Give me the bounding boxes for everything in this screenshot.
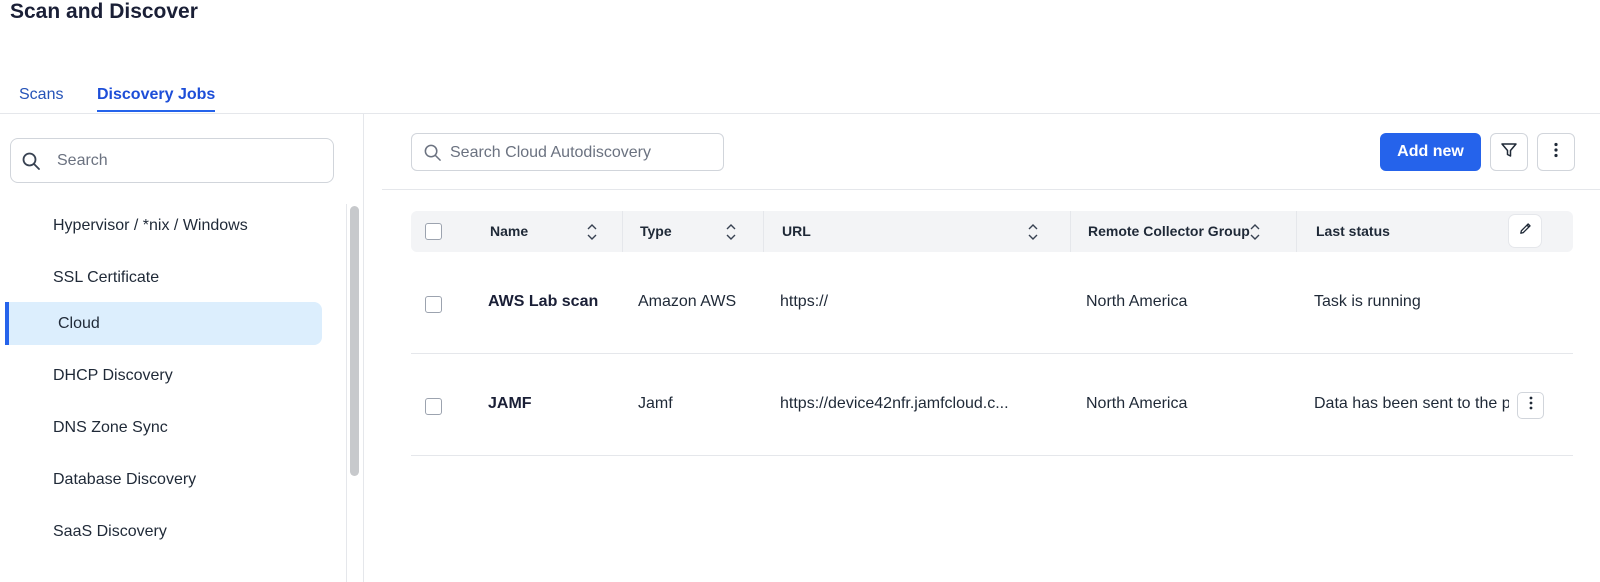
tab-scans[interactable]: Scans bbox=[19, 86, 63, 104]
search-icon bbox=[21, 151, 41, 176]
column-header-remote-collector-group[interactable]: Remote Collector Group bbox=[1088, 211, 1250, 252]
cell-type: Amazon AWS bbox=[638, 293, 737, 310]
pencil-icon bbox=[1518, 221, 1533, 241]
cell-url: https://device42nfr.jamfcloud.c... bbox=[780, 395, 1009, 412]
cloud-search-input[interactable] bbox=[450, 142, 710, 164]
sidebar-scrollbar-thumb[interactable] bbox=[350, 206, 359, 476]
row-checkbox[interactable] bbox=[425, 296, 442, 313]
sidebar-search[interactable] bbox=[10, 138, 334, 183]
column-separator bbox=[1070, 211, 1071, 252]
filter-icon bbox=[1500, 141, 1518, 164]
sidebar-item-dhcp-discovery[interactable]: DHCP Discovery bbox=[5, 354, 322, 397]
tab-bar: Scans Discovery Jobs bbox=[0, 82, 1600, 114]
cloud-search[interactable] bbox=[411, 133, 724, 171]
more-vertical-icon bbox=[1547, 141, 1565, 164]
cell-last-status: Task is running bbox=[1314, 293, 1421, 310]
sidebar: Hypervisor / *nix / Windows SSL Certific… bbox=[0, 114, 364, 582]
cell-name[interactable]: AWS Lab scan bbox=[488, 293, 598, 311]
sidebar-item-hypervisor[interactable]: Hypervisor / *nix / Windows bbox=[5, 204, 322, 247]
more-vertical-icon bbox=[1524, 395, 1538, 416]
page-title: Scan and Discover bbox=[10, 0, 198, 23]
sort-icon[interactable] bbox=[1249, 222, 1261, 247]
column-separator bbox=[1296, 211, 1297, 252]
column-separator bbox=[763, 211, 764, 252]
cell-remote-collector-group: North America bbox=[1086, 293, 1188, 310]
column-header-last-status[interactable]: Last status bbox=[1316, 211, 1390, 252]
toolbar: Add new bbox=[382, 114, 1600, 190]
sort-icon[interactable] bbox=[725, 222, 737, 247]
sidebar-item-cloud[interactable]: Cloud bbox=[5, 302, 322, 345]
cell-last-status: Data has been sent to the p bbox=[1314, 395, 1509, 412]
table-row[interactable]: JAMF Jamf https://device42nfr.jamfcloud.… bbox=[411, 354, 1573, 456]
column-separator bbox=[622, 211, 623, 252]
cell-name[interactable]: JAMF bbox=[488, 395, 532, 413]
discovery-jobs-table: Name Type URL Remote Collector Group Las… bbox=[411, 211, 1573, 456]
table-row[interactable]: AWS Lab scan Amazon AWS https:// North A… bbox=[411, 252, 1573, 354]
sidebar-item-ssl-certificate[interactable]: SSL Certificate bbox=[5, 256, 322, 299]
column-header-name[interactable]: Name bbox=[490, 211, 528, 252]
sidebar-item-database-discovery[interactable]: Database Discovery bbox=[5, 458, 322, 501]
select-all-checkbox[interactable] bbox=[425, 223, 442, 240]
sort-icon[interactable] bbox=[1027, 222, 1039, 247]
column-header-type[interactable]: Type bbox=[640, 211, 672, 252]
tab-discovery-jobs[interactable]: Discovery Jobs bbox=[97, 86, 216, 112]
sort-icon[interactable] bbox=[586, 222, 598, 247]
sidebar-item-dns-zone-sync[interactable]: DNS Zone Sync bbox=[5, 406, 322, 449]
row-checkbox[interactable] bbox=[425, 398, 442, 415]
add-new-button[interactable]: Add new bbox=[1380, 133, 1481, 171]
main-panel: Add new Name Type URL bbox=[382, 114, 1600, 582]
cell-type: Jamf bbox=[638, 395, 673, 412]
search-icon bbox=[423, 143, 442, 167]
cell-url: https:// bbox=[780, 293, 829, 310]
sidebar-item-saas-discovery[interactable]: SaaS Discovery bbox=[5, 510, 322, 553]
table-header: Name Type URL Remote Collector Group Las… bbox=[411, 211, 1573, 252]
filter-button[interactable] bbox=[1490, 133, 1528, 171]
column-header-url[interactable]: URL bbox=[782, 211, 811, 252]
edit-columns-button[interactable] bbox=[1509, 215, 1541, 247]
cell-remote-collector-group: North America bbox=[1086, 395, 1188, 412]
more-options-button[interactable] bbox=[1537, 133, 1575, 171]
row-actions-button[interactable] bbox=[1517, 392, 1544, 419]
sidebar-search-input[interactable] bbox=[57, 149, 317, 173]
